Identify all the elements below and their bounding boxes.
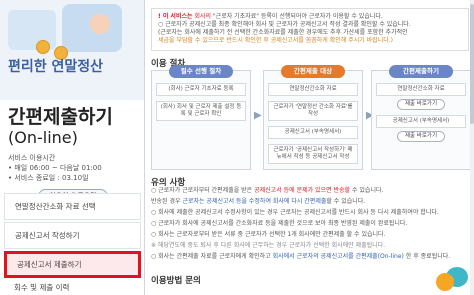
- arrow-right-icon: ▶: [254, 110, 262, 121]
- coin-icon: [36, 40, 50, 54]
- chat-help-icon[interactable]: [434, 265, 468, 293]
- caution-line4: ○ 근로자가 회사에 공제신고서를 간소화자료 등을 제출한 것으로 보아 최종…: [151, 220, 408, 227]
- submit-shortcut-button[interactable]: 제출 바로가기: [397, 131, 445, 142]
- caution-list: ○ 근로자가 근로자부터 간편제출을 받은 공제신고서 등에 문제가 있으면 반…: [151, 185, 471, 262]
- page-subtitle: (On-line): [8, 128, 78, 147]
- step-item: 공제신고서 (부속명세서): [376, 115, 466, 128]
- step-submit: 간편제출하기 연말정산간소화 자료 제출 바로가기 공제신고서 (부속명세서) …: [371, 65, 471, 170]
- service-time-daily: • 매일 06:00 ~ 다음날 01:00: [8, 164, 102, 172]
- notice-line3-warning: 세금을 부담할 수 있으므로 반드시 확인한 후 공제신고서를 꼼꼼하게 확인해…: [158, 37, 393, 44]
- notice-box: ! 이 서비스는 회사의 "근로자 기초자료" 등록이 선행되어야 근로자가 이…: [151, 8, 469, 51]
- step-prerequisite: 필수 선행 절차 (회사) 근로자 기초자료 등록 (회사) 회사 및 근로자 …: [151, 65, 251, 170]
- caution-line6: ※ 해당연도에 중도 퇴사 후 다른 회사에 근무하는 경우 근로자가 선택한 …: [151, 242, 386, 249]
- inquiry-heading: 이용방법 문의: [151, 276, 201, 286]
- menu-item-write-form[interactable]: 공제신고서 작성하기: [4, 222, 141, 249]
- caution-line2-blue: 근로자는 공제신고서 등을 수정하여 회사에 다시 간편제출: [182, 198, 327, 205]
- step-item: (회사) 근로자 기초자료 등록: [156, 83, 246, 96]
- step-head: 간편제출하기: [389, 65, 453, 78]
- step-item: 근로자가 '연말정산 간소화 자료'를 작성: [268, 101, 358, 121]
- sidebar-menu: 연말정산간소화 자료 선택 공제신고서 작성하기 공제신고서 제출하기 회수 및…: [0, 193, 145, 293]
- step-item: 연말정산간소화 자료: [376, 83, 466, 96]
- caution-line1a: ○ 근로자가 근로자부터 간편제출을 받은: [151, 187, 253, 194]
- caution-line3: ○ 회사에 제출한 공제신고서 수정사항이 있는 경우 근로자는 공제신고서를 …: [151, 209, 439, 216]
- notice-line3: (근로자는 회사에 제출하기 전 선택한 간소화자료를 제출한 경우에도 추후 …: [158, 29, 408, 36]
- title-block: 간편제출하기 (On-line) 서비스 이용시간 • 매일 06:00 ~ 다…: [0, 100, 144, 204]
- step-item: 연말정산간소화 자료: [268, 83, 358, 96]
- caution-line5: ○ 회사는 근로자로부터 받은 서류 중 근로자가 선택한 1개 회사에만 간편…: [151, 231, 386, 238]
- face-illustration: [90, 14, 110, 34]
- step-head: 필수 선행 절차: [169, 65, 233, 78]
- menu-item-history[interactable]: 회수 및 제출 이력: [0, 282, 145, 293]
- caution-line7b: 한 후 종료됩니다.: [405, 253, 451, 260]
- sidebar-subtitle: 편리한 연말정산: [8, 59, 104, 75]
- service-end-date: • 서비스 종료일 : 03.10일: [8, 174, 89, 182]
- step-item: 근로자가 '공제신고서 작성하기' 메뉴에서 작성 등 공제신고서 작성: [268, 144, 358, 164]
- menu-item-select-data[interactable]: 연말정산간소화 자료 선택: [4, 193, 141, 220]
- caution-line2a: 반송된 경우: [151, 198, 181, 205]
- caution-line2b: 할 수 있습니다.: [326, 198, 366, 205]
- caution-line7a: ○ 회사는 간편제출 자료를 근로자에게 확인하고: [151, 253, 271, 260]
- chat-bubble-icon: [436, 273, 454, 291]
- service-time-info: 서비스 이용시간 • 매일 06:00 ~ 다음날 01:00 • 서비스 종료…: [8, 153, 136, 183]
- sidebar-banner: 편리한 연말정산: [0, 0, 144, 100]
- page-title: 간편제출하기: [8, 106, 113, 128]
- menu-item-submit-form[interactable]: 공제신고서 제출하기: [4, 251, 141, 278]
- service-time-label: 서비스 이용시간: [8, 154, 56, 162]
- main-content: ! 이 서비스는 회사의 "근로자 기초자료" 등록이 선행되어야 근로자가 이…: [146, 0, 474, 295]
- step-item: (회사) 회사 및 근로자 제출 설정 등록 및 근로자 확인: [156, 101, 246, 121]
- step-target: 간편제출 대상 연말정산간소화 자료 근로자가 '연말정산 간소화 자료'를 작…: [263, 65, 363, 170]
- caution-line1b: 수 있습니다.: [351, 187, 384, 194]
- scrollbar-thumb[interactable]: [470, 4, 474, 124]
- notice-company: 회사의: [194, 13, 211, 20]
- submit-shortcut-button[interactable]: 제출 바로가기: [397, 99, 445, 110]
- sidebar: 편리한 연말정산 간편제출하기 (On-line) 서비스 이용시간 • 매일 …: [0, 0, 145, 295]
- scrollbar[interactable]: [470, 0, 474, 295]
- caution-line7-blue: 회사에서 근로자의 공제신고서를 간편제출(On-line): [272, 253, 404, 260]
- step-item: 공제신고서 (부속명세서): [268, 126, 358, 139]
- procedure-steps: 필수 선행 절차 (회사) 근로자 기초자료 등록 (회사) 회사 및 근로자 …: [151, 65, 471, 170]
- notice-line2: ○ 근로자가 공제신고를 최종 확인해야 회사 및 근로자가 공제신고서 작성 …: [158, 21, 411, 28]
- caution-line1-red: 공제신고서 등에 문제가 있으면 반송할: [254, 187, 351, 194]
- step-head: 간편제출 대상: [281, 65, 345, 78]
- notice-warning: ! 이 서비스는: [158, 13, 193, 20]
- notice-line1: "근로자 기초자료" 등록이 선행되어야 근로자가 이용할 수 있습니다.: [212, 13, 383, 20]
